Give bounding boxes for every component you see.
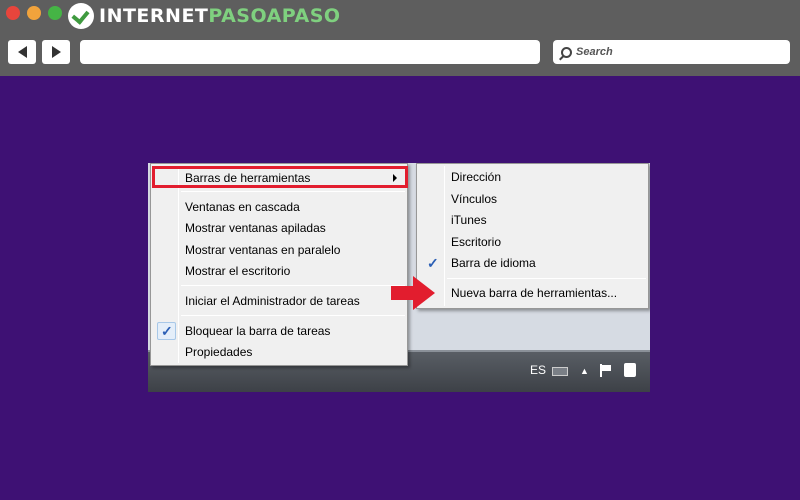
power-icon[interactable] (624, 363, 636, 377)
menu-item-mostrar-ventanas-en-paralelo[interactable]: Mostrar ventanas en paralelo (153, 240, 405, 260)
logo-prefix: INTERNET (99, 5, 209, 27)
back-button[interactable] (8, 40, 36, 64)
menu-item-label: Mostrar ventanas apiladas (185, 221, 326, 235)
menu-item-label: Barra de idioma (451, 256, 536, 270)
menu-item-mostrar-el-escritorio[interactable]: Mostrar el escritorio (153, 261, 405, 281)
site-logo: INTERNETPASOAPASO (68, 3, 341, 29)
red-pointer-arrow-icon (391, 276, 435, 310)
menu-item-label: Mostrar ventanas en paralelo (185, 243, 341, 257)
close-window-button[interactable] (6, 6, 20, 20)
menu-item-iniciar-administrador-de-tareas[interactable]: Iniciar el Administrador de tareas (153, 291, 405, 311)
taskbar-context-menu: Barras de herramientas Ventanas en casca… (150, 163, 408, 366)
submenu-item-nueva-barra-de-herramientas[interactable]: Nueva barra de herramientas... (419, 283, 646, 303)
menu-item-label: Ventanas en cascada (185, 200, 300, 214)
menu-item-label: Dirección (451, 170, 502, 184)
logo-accent: PASOAPASO (208, 5, 341, 27)
menu-separator (447, 278, 646, 279)
search-input[interactable]: Search (553, 40, 790, 64)
menu-item-ventanas-en-cascada[interactable]: Ventanas en cascada (153, 197, 405, 217)
logo-text: INTERNETPASOAPASO (99, 5, 341, 27)
menu-separator (181, 191, 405, 192)
menu-item-label: Nueva barra de herramientas... (451, 286, 618, 300)
menu-item-label: Vínculos (451, 192, 498, 206)
toolbars-submenu: Dirección Vínculos iTunes Escritorio ✓ B… (416, 163, 649, 309)
logo-check-icon (68, 3, 94, 29)
menu-item-label: Mostrar el escritorio (185, 264, 291, 278)
search-placeholder: Search (576, 46, 613, 58)
submenu-item-vinculos[interactable]: Vínculos (419, 189, 646, 209)
action-center-flag-icon[interactable] (600, 364, 612, 377)
submenu-item-itunes[interactable]: iTunes (419, 210, 646, 230)
back-arrow-icon (17, 46, 27, 58)
check-icon: ✓ (427, 255, 439, 271)
menu-item-mostrar-ventanas-apiladas[interactable]: Mostrar ventanas apiladas (153, 218, 405, 238)
menu-item-propiedades[interactable]: Propiedades (153, 342, 405, 362)
submenu-item-barra-de-idioma[interactable]: ✓ Barra de idioma (419, 253, 646, 273)
address-bar[interactable] (80, 40, 540, 64)
minimize-window-button[interactable] (27, 6, 41, 20)
menu-separator (181, 315, 405, 316)
browser-chrome: INTERNETPASOAPASO Search (0, 0, 800, 76)
menu-item-label: Escritorio (451, 235, 502, 249)
menu-item-label: Bloquear la barra de tareas (185, 324, 331, 338)
red-highlight-frame (152, 166, 408, 188)
menu-item-bloquear-barra-de-tareas[interactable]: ✓ Bloquear la barra de tareas (153, 321, 405, 341)
menu-separator (181, 285, 405, 286)
language-indicator[interactable]: ES (530, 363, 546, 377)
menu-item-label: iTunes (451, 213, 487, 227)
keyboard-icon[interactable] (552, 367, 568, 376)
search-icon (561, 46, 572, 58)
submenu-item-direccion[interactable]: Dirección (419, 167, 646, 187)
menu-item-label: Iniciar el Administrador de tareas (185, 294, 360, 308)
windows-screenshot: ES ▲ Barras de herramientas Ventanas en … (148, 163, 650, 392)
arrow-shape (391, 276, 435, 310)
menu-item-label: Propiedades (185, 345, 253, 359)
show-hidden-icons-arrow[interactable]: ▲ (580, 366, 589, 376)
forward-button[interactable] (42, 40, 70, 64)
check-icon: ✓ (161, 323, 173, 339)
submenu-item-escritorio[interactable]: Escritorio (419, 232, 646, 252)
forward-arrow-icon (51, 46, 61, 58)
maximize-window-button[interactable] (48, 6, 62, 20)
